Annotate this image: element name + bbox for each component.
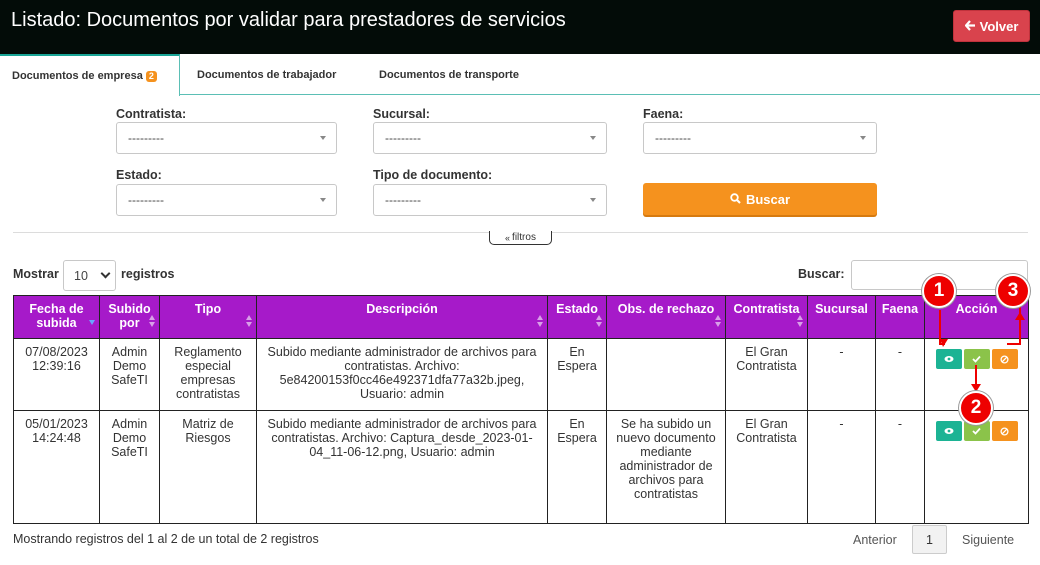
callout-badge-3: 3 (996, 274, 1030, 308)
callout-badge-2: 2 (959, 391, 993, 425)
callout-arrows (939, 300, 1025, 392)
callout-arrow-1 (939, 310, 945, 345)
callout-arrow-3-head (1015, 312, 1025, 320)
callout-badge-1: 1 (922, 274, 956, 308)
